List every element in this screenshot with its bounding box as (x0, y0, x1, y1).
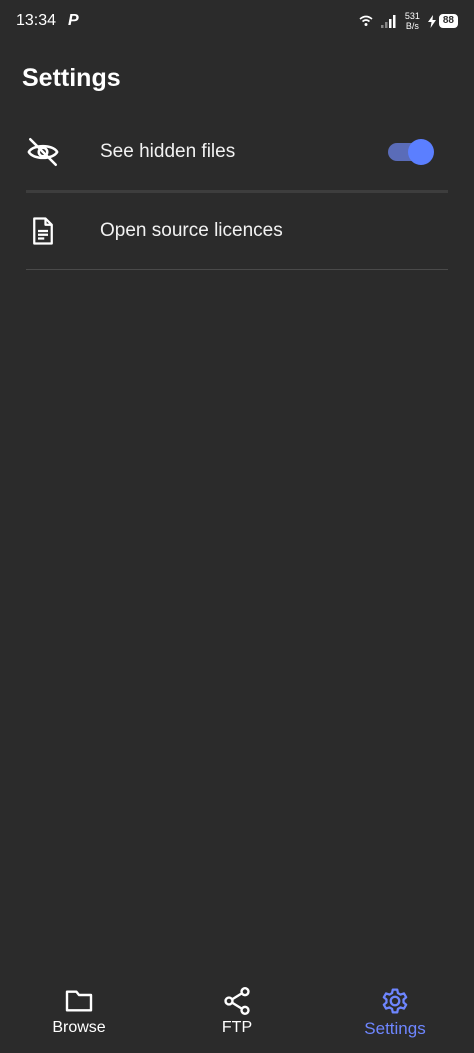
eye-off-icon (26, 135, 60, 169)
settings-list: See hidden files Open source licences (26, 114, 448, 270)
document-icon (26, 214, 60, 248)
folder-icon (65, 990, 93, 1012)
status-indicators: 531 B/s 88 (359, 11, 458, 31)
hidden-files-label: See hidden files (100, 141, 236, 162)
nav-browse[interactable]: Browse (0, 979, 158, 1053)
nav-browse-label: Browse (52, 1019, 106, 1036)
hidden-files-toggle[interactable] (388, 138, 434, 166)
network-speed: 531 B/s (405, 11, 420, 31)
network-speed-unit: B/s (405, 21, 419, 31)
share-icon (224, 987, 250, 1015)
status-time: 13:34 (16, 12, 57, 29)
settings-screen: 13:34 P 531 B/s 88 Settings See hidden f… (0, 0, 474, 1053)
wifi-icon (359, 15, 373, 26)
signal-icon (380, 14, 396, 28)
divider (26, 269, 448, 270)
nav-settings[interactable]: Settings (316, 979, 474, 1053)
battery-level: 88 (438, 14, 458, 28)
gear-icon (382, 988, 408, 1014)
charging-icon (427, 14, 436, 28)
status-bar: 13:34 P 531 B/s 88 (0, 0, 474, 42)
bottom-navigation: Browse FTP Settings (0, 979, 474, 1053)
nav-settings-label: Settings (364, 1019, 426, 1038)
app-notification-icon: P (68, 12, 79, 29)
licences-label: Open source licences (100, 220, 283, 241)
setting-open-source-licences[interactable]: Open source licences (26, 193, 448, 269)
nav-ftp-label: FTP (221, 1019, 253, 1036)
toggle-thumb (408, 139, 434, 165)
nav-ftp[interactable]: FTP (158, 979, 316, 1053)
network-speed-value: 531 (404, 11, 420, 21)
page-title: Settings (22, 64, 121, 92)
setting-hidden-files[interactable]: See hidden files (26, 114, 448, 190)
battery-indicator: 88 (427, 14, 458, 28)
